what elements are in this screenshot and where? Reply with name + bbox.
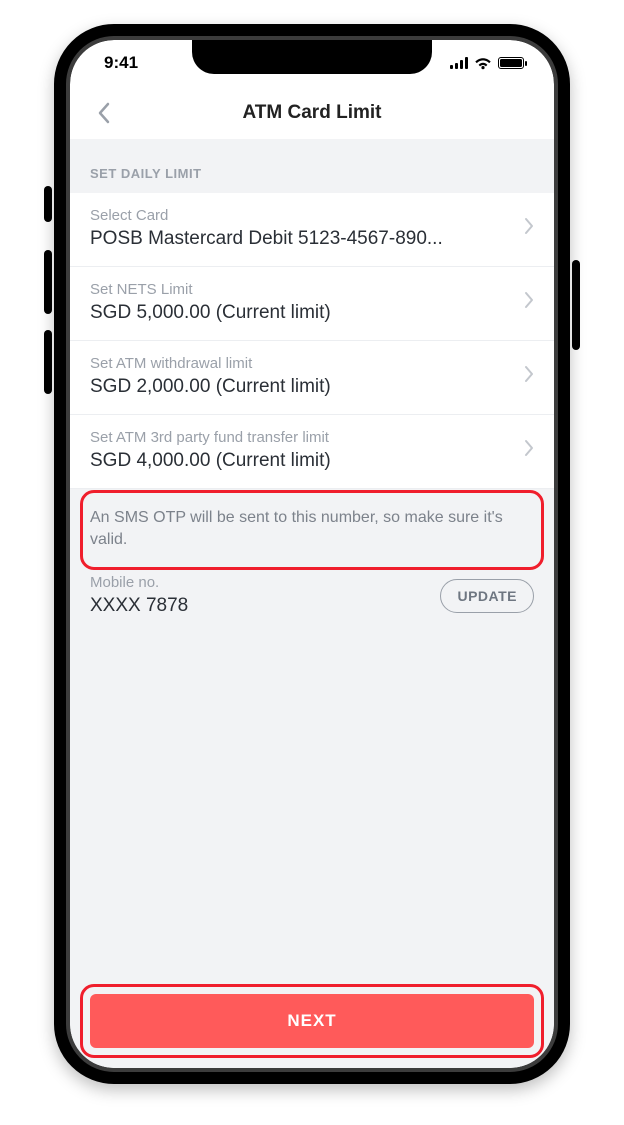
otp-info-block: An SMS OTP will be sent to this number, … (70, 489, 554, 550)
nav-bar: ATM Card Limit (70, 86, 554, 140)
update-button[interactable]: UPDATE (440, 579, 534, 613)
row-value: POSB Mastercard Debit 5123-4567-890... (90, 228, 514, 250)
chevron-left-icon (97, 101, 111, 125)
row-select-card[interactable]: Select Card POSB Mastercard Debit 5123-4… (70, 193, 554, 267)
settings-list: Select Card POSB Mastercard Debit 5123-4… (70, 193, 554, 641)
next-button[interactable]: NEXT (90, 994, 534, 1048)
row-value: SGD 5,000.00 (Current limit) (90, 302, 514, 324)
chevron-right-icon (524, 365, 534, 388)
mobile-value: XXXX 7878 (90, 595, 188, 617)
row-nets-limit[interactable]: Set NETS Limit SGD 5,000.00 (Current lim… (70, 267, 554, 341)
row-value: SGD 4,000.00 (Current limit) (90, 450, 514, 472)
phone-silent-switch (44, 186, 52, 222)
phone-volume-up (44, 250, 52, 314)
chevron-right-icon (524, 439, 534, 462)
status-time: 9:41 (94, 53, 138, 73)
wifi-icon (474, 57, 492, 70)
back-button[interactable] (84, 86, 124, 139)
mobile-number-row: Mobile no. XXXX 7878 UPDATE (70, 550, 554, 641)
row-value: SGD 2,000.00 (Current limit) (90, 376, 514, 398)
phone-screen: 9:41 ATM Card Limit (70, 40, 554, 1068)
content-area: SET DAILY LIMIT Select Card POSB Masterc… (70, 140, 554, 1068)
row-label: Set NETS Limit (90, 281, 514, 298)
section-header: SET DAILY LIMIT (70, 140, 554, 193)
chevron-right-icon (524, 291, 534, 314)
battery-icon (498, 57, 524, 69)
row-atm-withdrawal-limit[interactable]: Set ATM withdrawal limit SGD 2,000.00 (C… (70, 341, 554, 415)
mobile-label: Mobile no. (90, 574, 188, 591)
phone-volume-down (44, 330, 52, 394)
row-label: Set ATM withdrawal limit (90, 355, 514, 372)
chevron-right-icon (524, 217, 534, 240)
phone-notch (192, 40, 432, 74)
row-label: Select Card (90, 207, 514, 224)
phone-frame: 9:41 ATM Card Limit (54, 24, 570, 1084)
cellular-signal-icon (450, 57, 468, 69)
phone-power-button (572, 260, 580, 350)
page-title: ATM Card Limit (243, 102, 382, 124)
row-third-party-transfer-limit[interactable]: Set ATM 3rd party fund transfer limit SG… (70, 415, 554, 489)
otp-info-text: An SMS OTP will be sent to this number, … (90, 507, 534, 550)
row-label: Set ATM 3rd party fund transfer limit (90, 429, 514, 446)
